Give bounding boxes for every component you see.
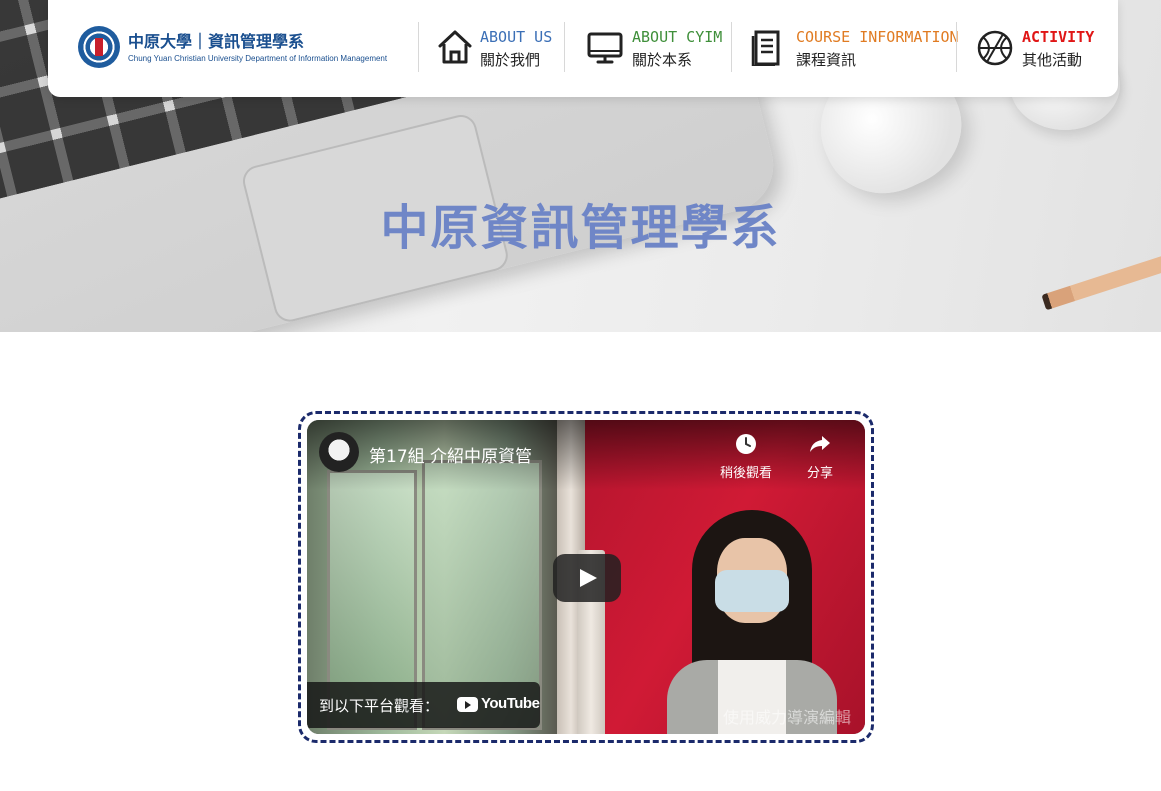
basketball-icon — [977, 30, 1013, 66]
nav-item-zh-label: 其他活動 — [1022, 51, 1083, 69]
share-icon — [810, 436, 830, 452]
university-seal-icon — [78, 26, 120, 68]
nav-item-en-label: ABOUT US — [480, 28, 553, 46]
channel-avatar[interactable] — [319, 432, 359, 472]
watch-on-label: 到以下平台觀看： — [319, 697, 440, 715]
watch-on-youtube-button[interactable]: 到以下平台觀看： YouTube — [307, 682, 540, 728]
video-frame: 第17組 介紹中原資管 稍後觀看 分享 到以下平台觀看： YouTube 使用威… — [298, 411, 874, 743]
youtube-wordmark: YouTube — [481, 695, 540, 712]
nav-item-zh-label: 關於我們 — [480, 51, 541, 69]
video-title[interactable]: 第17組 介紹中原資管 — [369, 442, 532, 467]
nav-item-zh-label: 課程資訊 — [796, 51, 857, 69]
monitor-icon — [587, 32, 623, 64]
person-mask — [715, 570, 789, 612]
nav-item-zh-label: 關於本系 — [632, 51, 693, 69]
document-icon — [751, 30, 780, 66]
share-button[interactable]: 分享 — [785, 432, 855, 481]
share-label: 分享 — [806, 466, 833, 481]
nav-item-en-label: ACTIVITY — [1022, 28, 1095, 46]
video-watermark: 使用威力導演編輯 — [722, 708, 851, 727]
hero-title: 中原資訊管理學系 — [380, 200, 781, 256]
nav-item-activity[interactable]: ACTIVITY 其他活動 — [976, 22, 1106, 74]
logo-name: 中原大學｜資訊管理學系 — [128, 32, 305, 51]
nav-item-about-cyim[interactable]: ABOUT CYIM 關於本系 — [586, 22, 726, 74]
youtube-video-player[interactable]: 第17組 介紹中原資管 稍後觀看 分享 到以下平台觀看： YouTube 使用威… — [307, 420, 865, 734]
nav-item-course-information[interactable]: COURSE INFORMATION 課程資訊 — [750, 22, 959, 74]
logo-subtitle: Chung Yuan Christian University Departme… — [128, 54, 388, 63]
clock-icon — [736, 434, 756, 454]
watch-later-button[interactable]: 稍後觀看 — [711, 432, 781, 481]
top-navigation: 中原大學｜資訊管理學系 Chung Yuan Christian Univers… — [48, 0, 1118, 97]
youtube-logo-icon — [457, 697, 478, 712]
nav-item-en-label: ABOUT CYIM — [632, 28, 723, 46]
nav-item-about-us[interactable]: ABOUT US 關於我們 — [436, 22, 556, 74]
play-button[interactable] — [553, 554, 621, 602]
nav-divider — [418, 22, 419, 72]
watch-later-label: 稍後觀看 — [719, 466, 772, 481]
nav-divider — [956, 22, 957, 72]
home-icon — [438, 30, 472, 64]
video-thumbnail-person — [667, 510, 837, 734]
department-logo[interactable]: 中原大學｜資訊管理學系 Chung Yuan Christian Univers… — [78, 26, 388, 70]
nav-divider — [731, 22, 732, 72]
nav-item-en-label: COURSE INFORMATION — [796, 28, 959, 46]
nav-divider — [564, 22, 565, 72]
